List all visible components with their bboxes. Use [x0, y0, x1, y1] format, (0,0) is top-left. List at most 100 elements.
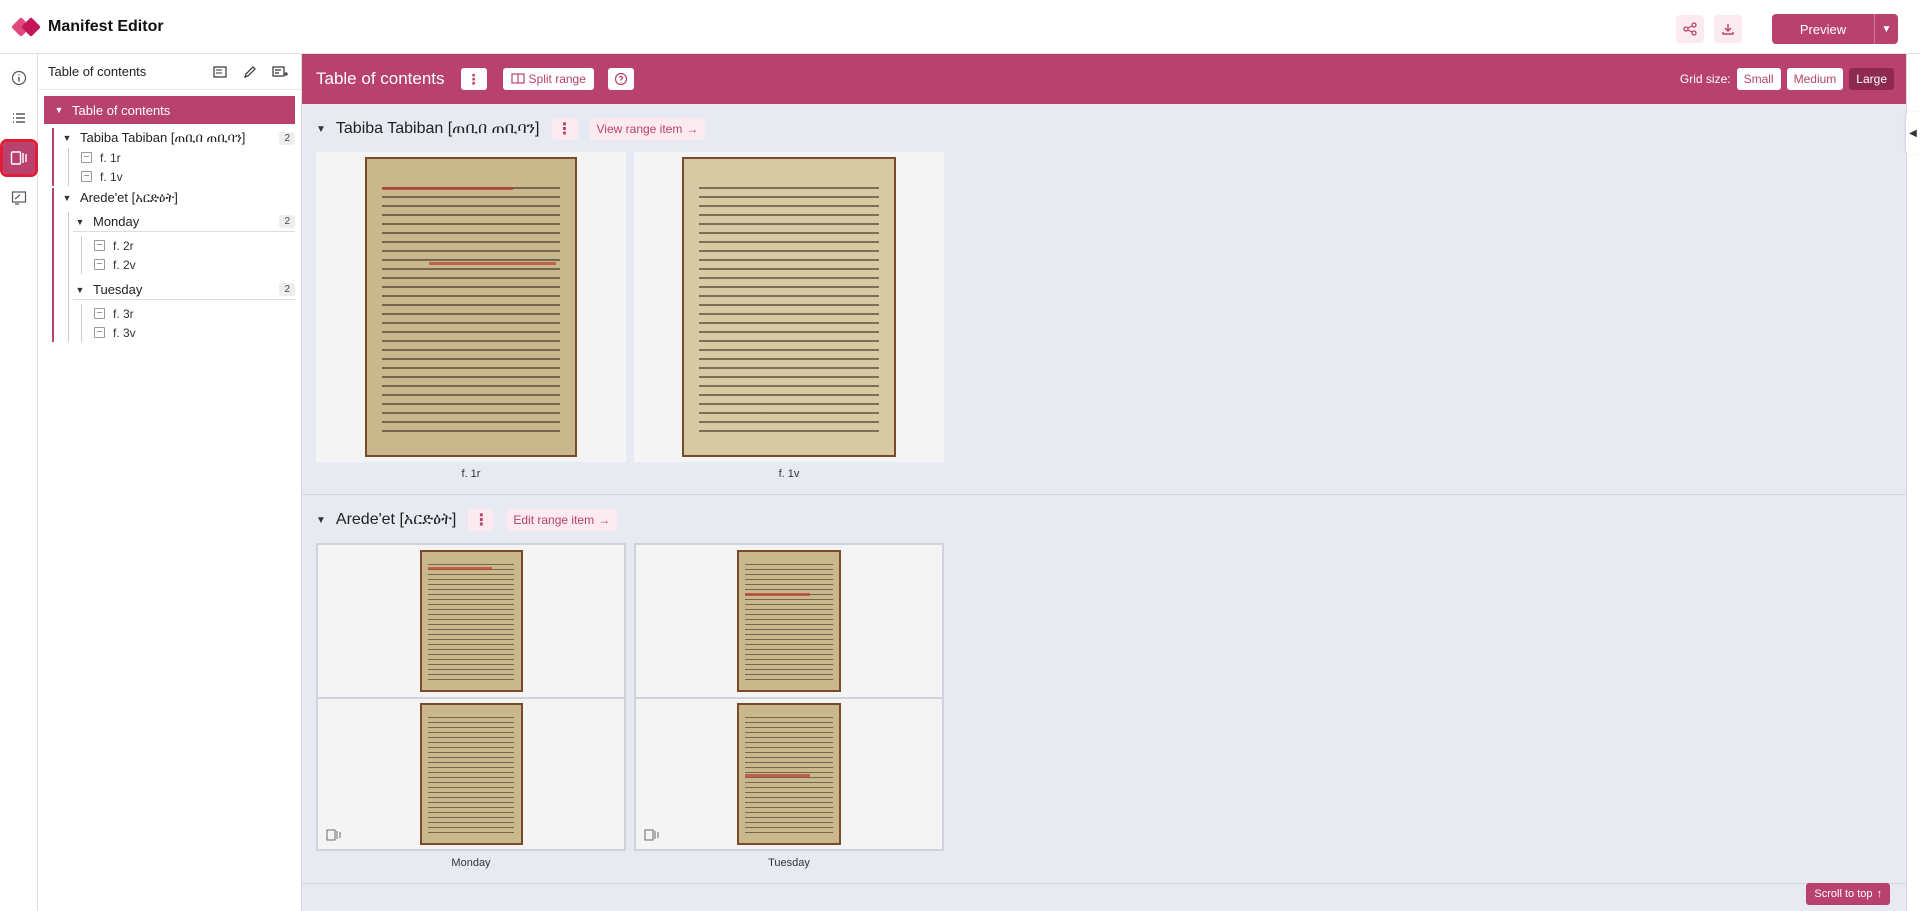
canvas-grid: f. 1r f. 1v — [316, 152, 1892, 480]
edit-range-item-button[interactable]: Edit range item → — [506, 509, 618, 531]
split-range-button[interactable]: Split range — [502, 68, 594, 90]
range-count-badge: 2 — [279, 215, 295, 228]
rail-ranges-button[interactable] — [0, 139, 38, 177]
section-header: ▼ Arede'et [አርድዕት] ⋮ Edit range item → — [316, 507, 1892, 533]
image-icon — [81, 171, 92, 182]
section-header: ▼ Tabiba Tabiban [ጠቢበ ጠቢባን] ⋮ View range… — [316, 116, 1892, 142]
range-label: Monday — [451, 857, 491, 869]
range-count-badge: 2 — [279, 283, 295, 296]
share-icon — [1683, 22, 1697, 36]
app-title: Manifest Editor — [48, 17, 164, 35]
annotations-icon — [11, 191, 27, 205]
canvas-label: f. 1v — [778, 468, 800, 480]
sidebar-header: Table of contents — [38, 54, 301, 90]
range-node-tuesday[interactable]: ▼ Tuesday 2 — [73, 280, 295, 300]
range-node[interactable]: ▼ Arede'et [አርድዕት] — [60, 188, 295, 208]
range-arede: ▼ Arede'et [አርድዕት] ▼ Monday 2 f. 2r f. 2… — [52, 188, 295, 342]
range-thumbnail-cell — [636, 697, 942, 849]
canvas-card[interactable]: f. 1v — [634, 152, 944, 480]
image-icon — [81, 152, 92, 163]
chevron-down-icon[interactable]: ▼ — [316, 124, 326, 135]
range-node-monday[interactable]: ▼ Monday 2 — [73, 212, 295, 232]
main-panel: Table of contents ⋮ Split range Grid siz… — [302, 54, 1906, 911]
rail-list-button[interactable] — [3, 102, 35, 134]
grid-size-selector: Grid size: Small Medium Large — [1680, 68, 1894, 90]
canvas-item[interactable]: f. 3r — [94, 304, 295, 323]
grid-size-small[interactable]: Small — [1736, 68, 1781, 90]
range-label: Tuesday — [93, 282, 143, 297]
manuscript-page-image — [419, 703, 523, 845]
top-actions: Preview ▼ — [1676, 14, 1898, 44]
toc-root[interactable]: ▼ Table of contents — [44, 96, 295, 124]
image-icon — [94, 308, 105, 319]
sidebar: Table of contents ▼ Table of contents ▼ … — [38, 54, 302, 911]
image-icon — [94, 259, 105, 270]
more-vertical-icon: ⋮ — [556, 121, 573, 138]
section-title: Arede'et [አርድዕት] — [335, 511, 457, 528]
toolbar-more-button[interactable]: ⋮ — [460, 68, 487, 90]
range-card-monday[interactable]: Monday — [316, 543, 626, 869]
grid-size-medium[interactable]: Medium — [1786, 68, 1844, 90]
info-icon — [11, 70, 27, 86]
canvas-item[interactable]: f. 2r — [94, 236, 295, 255]
split-icon — [510, 73, 525, 84]
preview-group: Preview ▼ — [1772, 14, 1898, 44]
chevron-down-icon[interactable]: ▼ — [316, 515, 326, 526]
range-icon — [326, 829, 342, 841]
more-vertical-icon: ⋮ — [466, 70, 481, 87]
range-card-tuesday[interactable]: Tuesday — [634, 543, 944, 869]
range-items: f. 1r f. 1v — [68, 148, 295, 186]
share-button[interactable] — [1676, 15, 1704, 43]
range-stack — [634, 543, 944, 851]
chevron-down-icon: ▼ — [75, 216, 85, 227]
range-section-arede: ▼ Arede'et [አርድዕት] ⋮ Edit range item → M… — [302, 495, 1906, 884]
section-more-button[interactable]: ⋮ — [551, 118, 578, 140]
grid-size-large[interactable]: Large — [1849, 68, 1894, 90]
scroll-to-top-button[interactable]: Scroll to top ↑ — [1806, 883, 1890, 905]
range-label: Tabiba Tabiban [ጠቢበ ጠቢባን] — [80, 130, 246, 145]
brand[interactable]: Manifest Editor — [11, 16, 164, 37]
rail-annotations-button[interactable] — [3, 182, 35, 214]
view-range-item-button[interactable]: View range item → — [589, 118, 706, 140]
chevron-down-icon: ▼ — [1881, 23, 1892, 35]
view-range-item-label: View range item — [596, 122, 683, 136]
rail-info-button[interactable] — [3, 62, 35, 94]
scroll-to-top-label: Scroll to top — [1814, 888, 1873, 900]
sidebar-add-range-button[interactable] — [269, 61, 291, 83]
canvas-label: f. 1r — [100, 150, 121, 165]
canvas-thumbnail-frame — [634, 152, 944, 462]
canvas-card[interactable]: f. 1r — [316, 152, 626, 480]
more-vertical-icon: ⋮ — [473, 512, 490, 529]
manuscript-page-image — [365, 157, 577, 457]
canvas-item[interactable]: f. 1r — [81, 148, 295, 167]
range-icon — [644, 829, 660, 841]
preview-button[interactable]: Preview — [1772, 14, 1874, 44]
canvas-item[interactable]: f. 3v — [94, 323, 295, 342]
canvas-label: f. 2r — [113, 238, 134, 253]
range-stack — [316, 543, 626, 851]
chevron-down-icon: ▼ — [54, 105, 64, 115]
range-tabiba: ▼ Tabiba Tabiban [ጠቢበ ጠቢባን] 2 f. 1r f. 1… — [52, 128, 295, 186]
section-title: Tabiba Tabiban [ጠቢበ ጠቢባን] — [335, 120, 540, 137]
range-items: f. 2r f. 2v — [81, 236, 295, 274]
main-title: Table of contents — [316, 69, 445, 88]
range-section-tabiba: ▼ Tabiba Tabiban [ጠቢበ ጠቢባን] ⋮ View range… — [302, 104, 1906, 495]
canvas-label: f. 2v — [113, 257, 136, 272]
sidebar-edit-button[interactable] — [239, 61, 261, 83]
download-button[interactable] — [1714, 15, 1742, 43]
range-items: f. 3r f. 3v — [81, 304, 295, 342]
range-node[interactable]: ▼ Tabiba Tabiban [ጠቢበ ጠቢባን] 2 — [60, 128, 295, 148]
section-more-button[interactable]: ⋮ — [468, 509, 495, 531]
help-button[interactable] — [607, 68, 634, 90]
add-range-icon — [272, 65, 288, 77]
preview-dropdown-button[interactable]: ▼ — [1874, 14, 1898, 44]
range-grid: Monday Tuesday — [316, 543, 1892, 869]
canvas-item[interactable]: f. 1v — [81, 167, 295, 186]
expand-right-panel-button[interactable]: ◀ — [1906, 112, 1920, 154]
panel-icon — [213, 65, 227, 78]
sidebar-view-button[interactable] — [209, 61, 231, 83]
arrow-right-icon: → — [598, 513, 611, 527]
canvas-item[interactable]: f. 2v — [94, 255, 295, 274]
range-label: Monday — [93, 214, 140, 229]
manuscript-page-image — [419, 550, 523, 692]
